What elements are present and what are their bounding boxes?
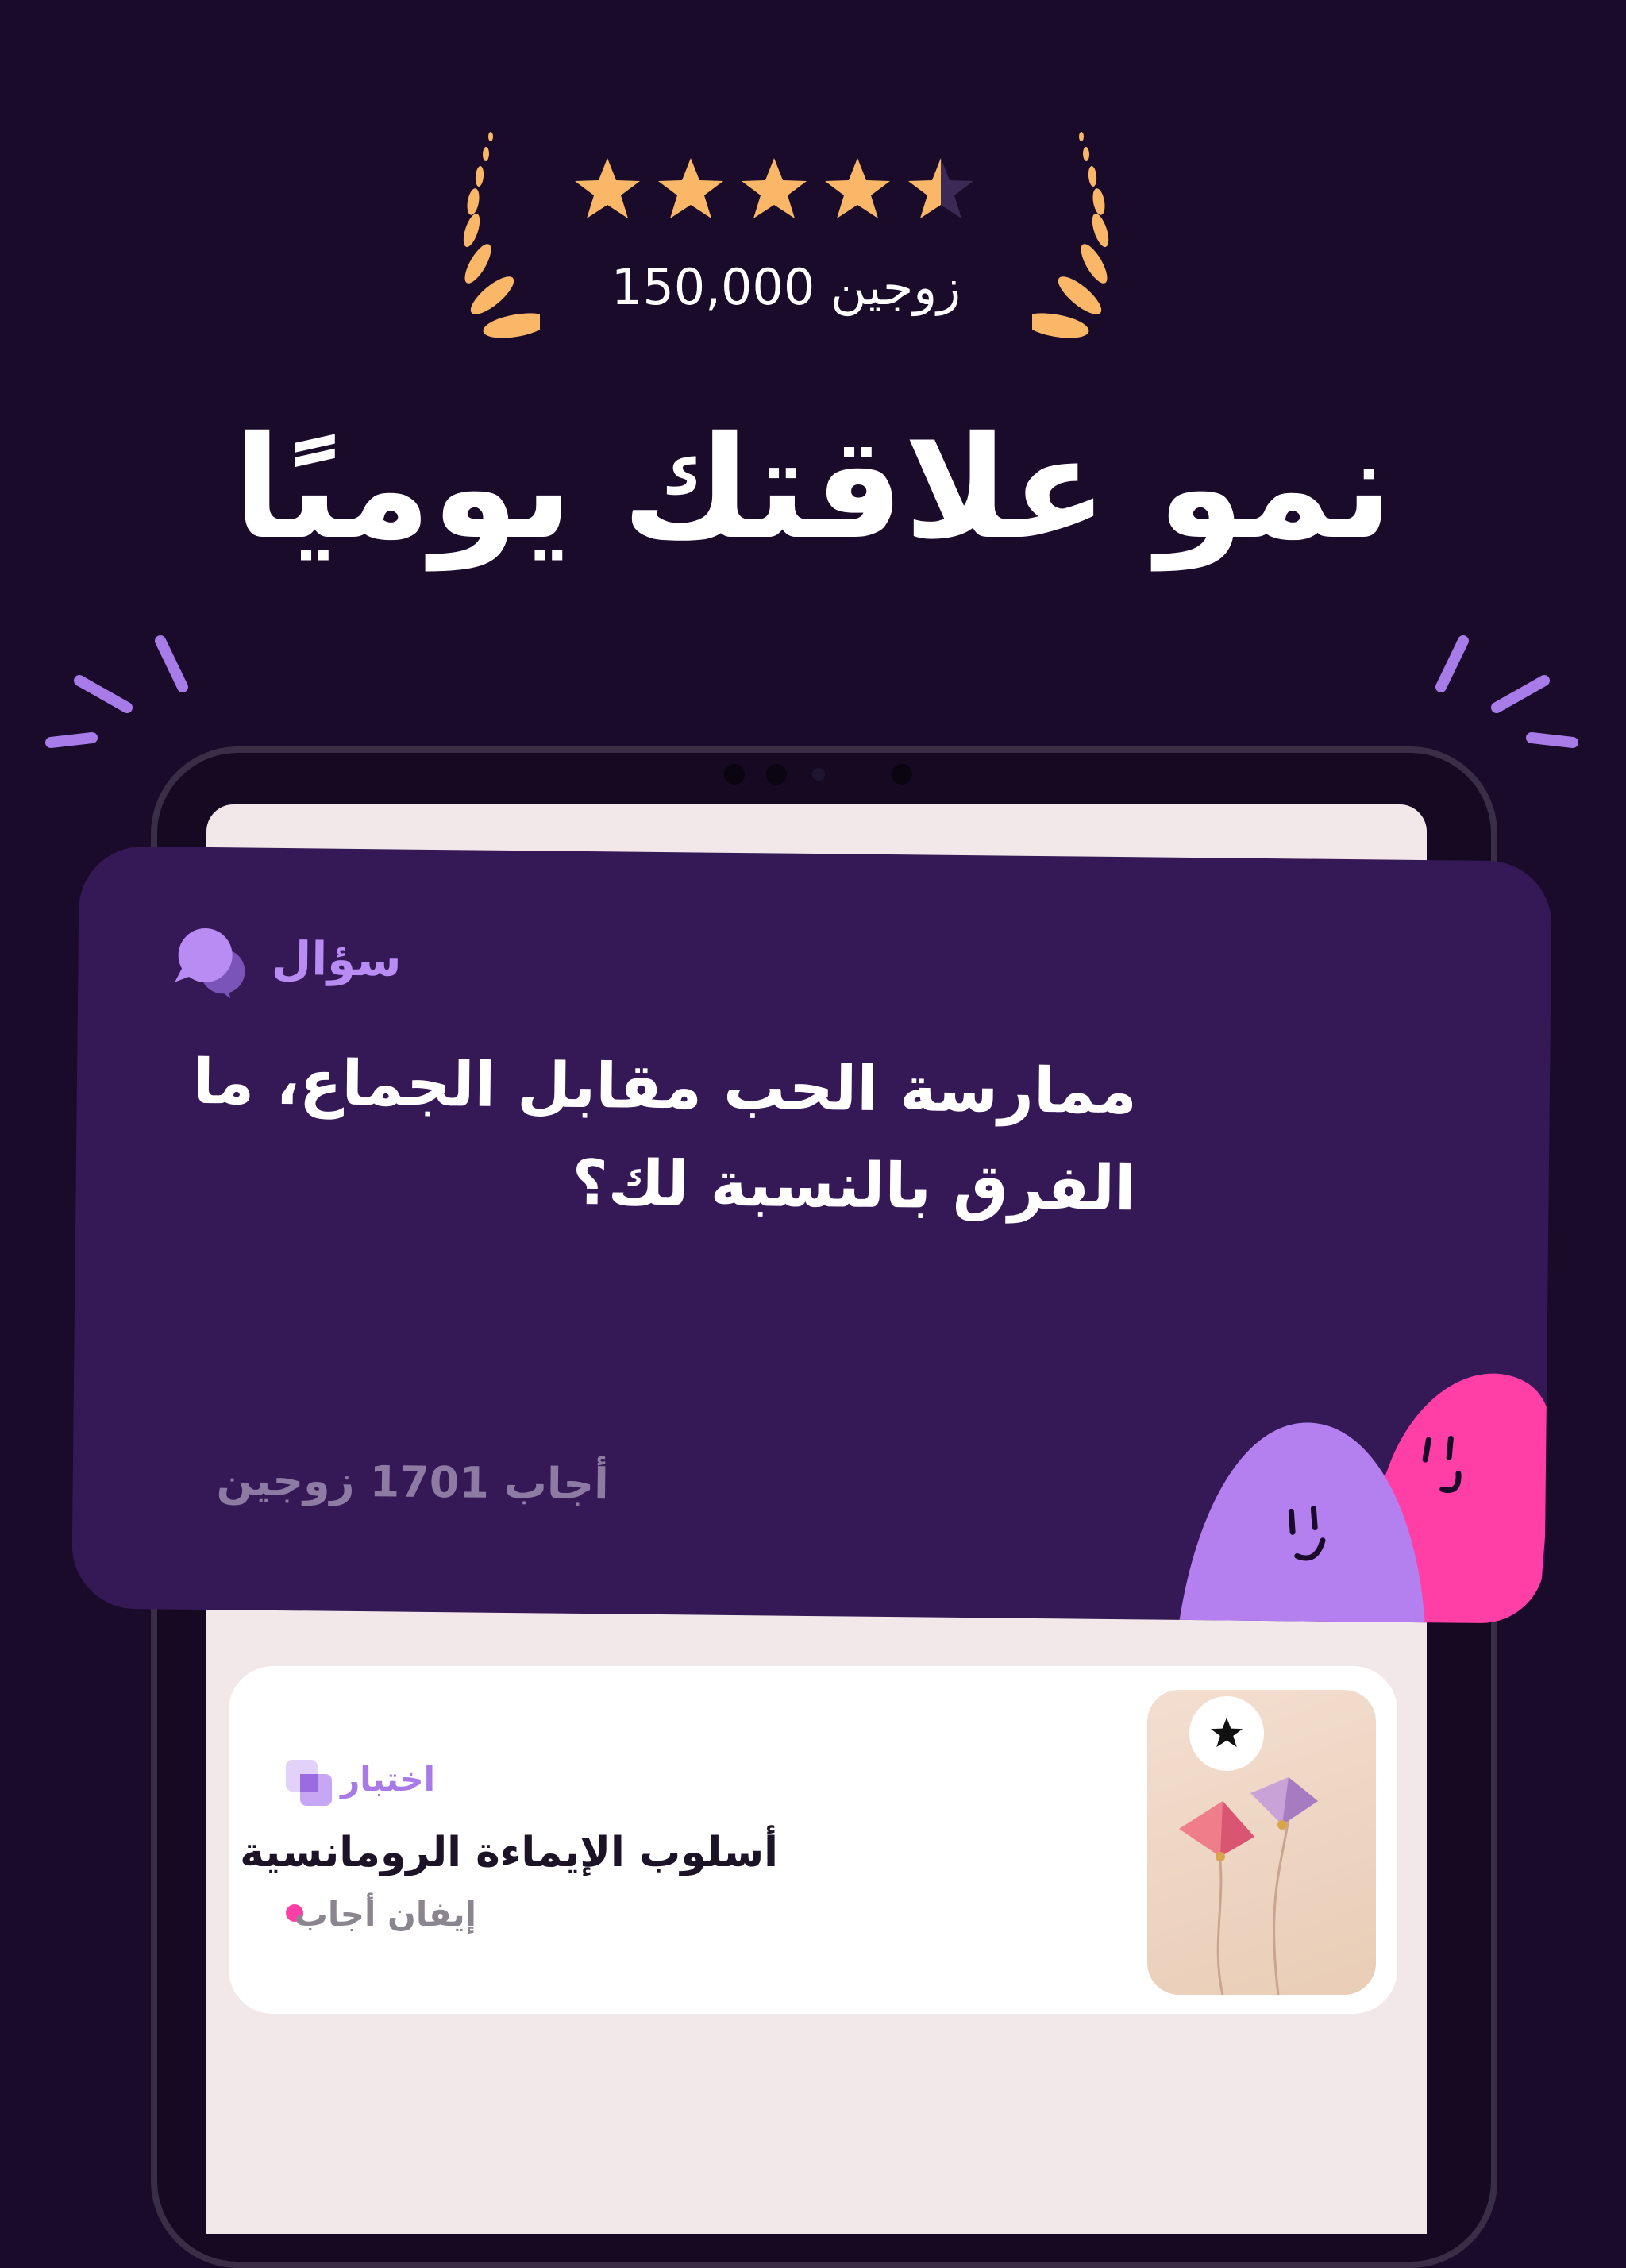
sparkle-right-icon xyxy=(1435,635,1578,748)
tablet-camera xyxy=(724,764,745,785)
question-title: ممارسة الحب مقابل الجماع، ما الفرق بالنس… xyxy=(103,1033,1137,1238)
quiz-icon xyxy=(286,1760,332,1806)
sparkle-left-icon xyxy=(45,635,188,748)
quiz-answered-by: إيفان أجاب xyxy=(294,1895,476,1934)
headline: نمو علاقتك يوميًا xyxy=(233,406,1393,570)
quiz-label: اختبار xyxy=(341,1760,435,1799)
question-card[interactable]: سؤال ممارسة الحب مقابل الجماع، ما الفرق … xyxy=(71,846,1552,1624)
tablet-camera xyxy=(766,764,787,785)
question-label: سؤال xyxy=(271,931,402,987)
rating-badge: 150,000 زوجين xyxy=(445,119,1127,357)
answered-count: أجاب 1701 زوجين xyxy=(216,1455,610,1510)
chat-bubble-icon xyxy=(175,928,245,999)
quiz-title: أسلوب الإيماءة الرومانسية xyxy=(240,1829,778,1876)
star-icon xyxy=(1210,1717,1243,1748)
favorite-button[interactable] xyxy=(1189,1696,1264,1771)
question-title-line: الفرق بالنسبة لك؟ xyxy=(572,1147,1137,1225)
couples-count: 150,000 زوجين xyxy=(611,258,961,316)
quiz-card[interactable]: اختبار أسلوب الإيماءة الرومانسية إيفان أ… xyxy=(229,1666,1397,2014)
tablet-camera xyxy=(812,768,825,781)
star-rating-icon xyxy=(575,158,973,218)
tablet-camera xyxy=(892,764,912,785)
question-title-line: ممارسة الحب مقابل الجماع، ما xyxy=(192,1046,1138,1128)
blob-characters-icon xyxy=(1178,1373,1552,1624)
